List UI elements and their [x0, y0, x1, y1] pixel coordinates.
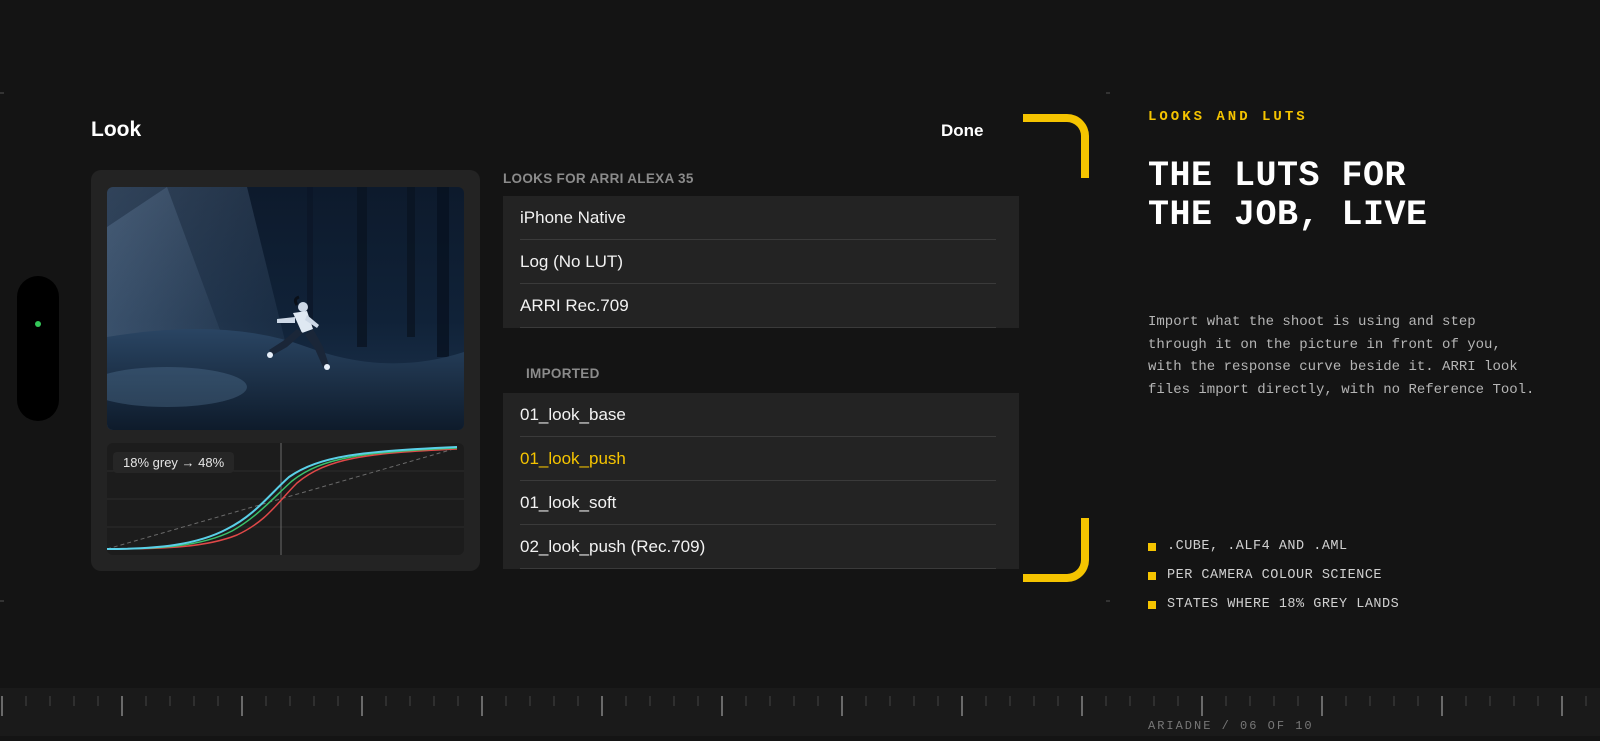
frame-tick: [1106, 92, 1110, 94]
frame-tick: [0, 600, 4, 602]
imported-item-selected[interactable]: 01_look_push: [503, 437, 1019, 481]
imported-item[interactable]: 02_look_push (Rec.709): [503, 525, 1019, 569]
section-label-looks: LOOKS FOR ARRI ALEXA 35: [503, 171, 694, 186]
body-copy: Import what the shoot is using and step …: [1148, 314, 1535, 398]
status-dot: [35, 321, 41, 327]
screen-title: Look: [91, 118, 142, 141]
headline-line-2: THE JOB, LIVE: [1148, 195, 1428, 235]
bullet-square-icon: [1148, 600, 1156, 609]
feature-item: .CUBE, .ALF4 AND .AML: [1148, 532, 1399, 561]
imported-list: 01_look_base 01_look_push 01_look_soft 0…: [503, 393, 1019, 569]
look-item[interactable]: iPhone Native: [503, 196, 1019, 240]
look-item[interactable]: ARRI Rec.709: [503, 284, 1019, 328]
feature-text: STATES WHERE 18% GREY LANDS: [1167, 597, 1400, 612]
headline-line-1: THE LUTS FOR: [1148, 156, 1407, 196]
frame-tick: [1106, 600, 1110, 602]
section-label-imported: IMPORTED: [526, 366, 600, 381]
looks-list: iPhone Native Log (No LUT) ARRI Rec.709: [503, 196, 1019, 328]
feature-text: .CUBE, .ALF4 AND .AML: [1167, 539, 1348, 554]
bullet-square-icon: [1148, 571, 1156, 580]
feature-text: PER CAMERA COLOUR SCIENCE: [1167, 568, 1383, 583]
feature-item: STATES WHERE 18% GREY LANDS: [1148, 590, 1399, 619]
curve-readout: 18% grey → 48%: [113, 452, 235, 473]
frame-tick: [0, 92, 4, 94]
imported-item[interactable]: 01_look_soft: [503, 481, 1019, 525]
headline: THE LUTS FOR THE JOB, LIVE: [1148, 157, 1428, 235]
bracket-bottom: [1023, 518, 1089, 582]
timeline-ruler: [0, 688, 1600, 736]
done-button[interactable]: Done: [941, 121, 1005, 141]
eyebrow: LOOKS AND LUTS: [1148, 109, 1308, 125]
slide-counter: ARIADNE / 06 OF 10: [1148, 719, 1314, 733]
bracket-top: [1023, 114, 1089, 178]
preview-image: [107, 187, 464, 430]
bullet-square-icon: [1148, 542, 1156, 551]
feature-item: PER CAMERA COLOUR SCIENCE: [1148, 561, 1399, 590]
feature-list: .CUBE, .ALF4 AND .AML PER CAMERA COLOUR …: [1148, 532, 1399, 619]
device-side-pill: [17, 276, 59, 421]
imported-item[interactable]: 01_look_base: [503, 393, 1019, 437]
look-item[interactable]: Log (No LUT): [503, 240, 1019, 284]
